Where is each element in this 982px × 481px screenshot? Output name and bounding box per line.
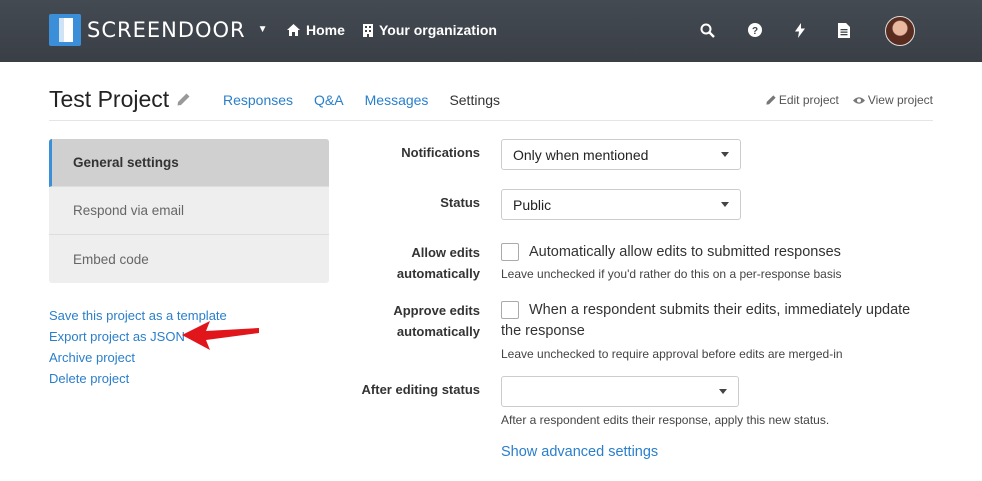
allow-edits-checkbox[interactable] [501, 243, 519, 261]
header-actions: Edit project View project [766, 93, 933, 107]
after-editing-select[interactable] [501, 376, 739, 407]
tab-messages[interactable]: Messages [365, 92, 429, 108]
allow-edits-label-line1: Allow edits [411, 245, 480, 260]
sidebar-item-embed[interactable]: Embed code [49, 235, 329, 283]
delete-project-link[interactable]: Delete project [49, 368, 227, 389]
tab-responses[interactable]: Responses [223, 92, 293, 108]
caret-down-icon [719, 389, 727, 394]
approve-edits-label: Approve edits automatically [393, 300, 480, 342]
project-title-text: Test Project [49, 86, 170, 112]
approve-edits-text-line2: the response [501, 323, 585, 339]
screendoor-logo [49, 14, 81, 46]
allow-edits-label: Allow edits automatically [397, 242, 480, 284]
top-navbar: SCREENDOOR ▼ Home Your organization ? [0, 0, 982, 62]
search-icon[interactable] [698, 21, 716, 39]
allow-edits-help: Leave unchecked if you'd rather do this … [501, 267, 842, 281]
brand-menu[interactable]: SCREENDOOR ▼ [49, 14, 268, 46]
after-editing-help: After a respondent edits their response,… [501, 413, 830, 427]
status-select[interactable]: Public [501, 189, 741, 220]
notifications-label: Notifications [401, 145, 480, 160]
tab-settings[interactable]: Settings [449, 92, 500, 108]
view-project-link[interactable]: View project [852, 93, 933, 107]
building-icon [363, 23, 373, 37]
nav-organization-label: Your organization [379, 22, 497, 38]
approve-edits-help: Leave unchecked to require approval befo… [501, 347, 843, 361]
edit-project-link[interactable]: Edit project [766, 93, 839, 107]
nav-home-label: Home [306, 22, 345, 38]
caret-down-icon: ▼ [257, 23, 268, 35]
home-icon [287, 24, 300, 36]
notifications-select[interactable]: Only when mentioned [501, 139, 741, 170]
bolt-icon[interactable] [791, 21, 809, 39]
caret-down-icon [721, 202, 729, 207]
view-project-label: View project [867, 93, 933, 107]
eye-icon [852, 96, 865, 104]
tab-qa[interactable]: Q&A [314, 92, 344, 108]
settings-sidebar: General settings Respond via email Embed… [49, 139, 329, 283]
user-avatar[interactable] [885, 16, 915, 46]
after-editing-label: After editing status [361, 382, 480, 397]
pencil-icon [766, 95, 776, 105]
sidebar-item-general[interactable]: General settings [49, 139, 329, 187]
nav-home[interactable]: Home [287, 22, 345, 38]
approve-edits-label-line2: automatically [396, 324, 480, 339]
show-advanced-link[interactable]: Show advanced settings [501, 444, 658, 460]
edit-project-label: Edit project [778, 93, 839, 107]
nav-organization[interactable]: Your organization [363, 22, 497, 38]
caret-down-icon [721, 152, 729, 157]
approve-edits-label-line1: Approve edits [393, 303, 480, 318]
allow-edits-label-line2: automatically [396, 266, 480, 281]
document-icon[interactable] [835, 21, 853, 39]
pencil-icon[interactable] [177, 93, 190, 106]
status-label: Status [440, 195, 480, 210]
sidebar-item-email[interactable]: Respond via email [49, 187, 329, 235]
notifications-value: Only when mentioned [513, 146, 649, 163]
brand-name: SCREENDOOR [87, 18, 246, 42]
project-tabs: Responses Q&A Messages Settings [223, 92, 521, 108]
help-icon[interactable]: ? [746, 21, 764, 39]
annotation-arrow-icon [182, 321, 259, 350]
approve-edits-checkbox[interactable] [501, 301, 519, 319]
svg-text:?: ? [752, 26, 758, 37]
allow-edits-text: Automatically allow edits to submitted r… [529, 244, 841, 260]
approve-edits-text-line1: When a respondent submits their edits, i… [529, 302, 911, 318]
project-title: Test Project [49, 86, 190, 113]
header-divider [49, 120, 933, 121]
status-value: Public [513, 196, 552, 213]
